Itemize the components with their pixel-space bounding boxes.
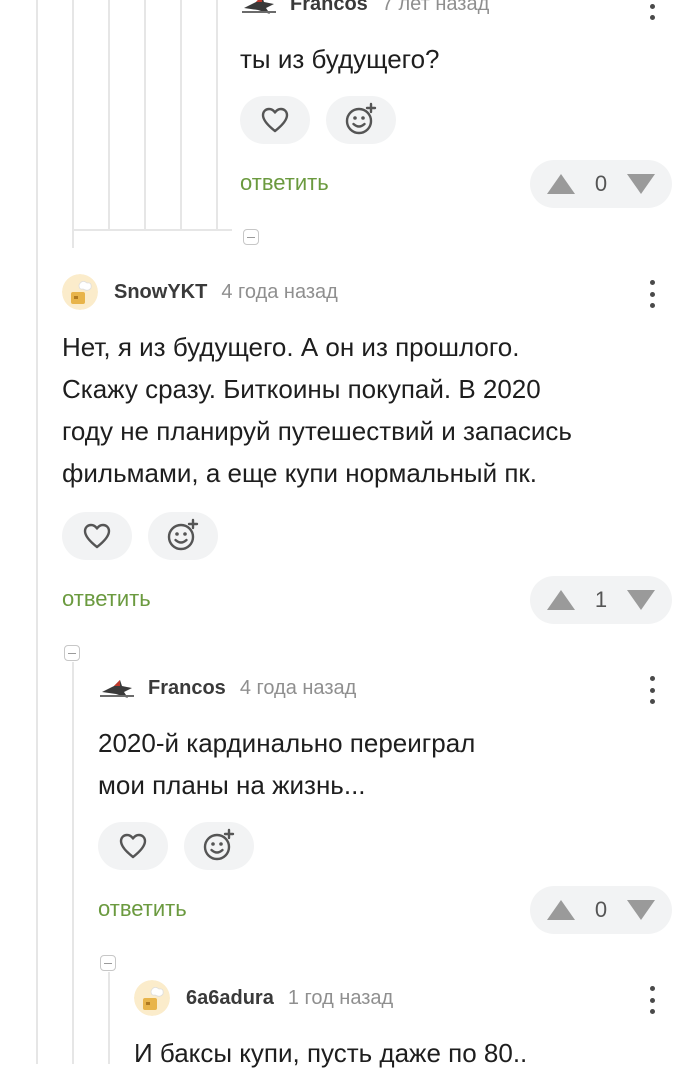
thread-line — [180, 0, 182, 230]
thread-line — [72, 0, 74, 248]
downvote-icon[interactable] — [626, 173, 656, 195]
reply-button[interactable]: ответить — [98, 896, 187, 922]
thread-line — [36, 0, 38, 1064]
reply-button[interactable]: ответить — [240, 170, 329, 196]
comment-author[interactable]: Francos — [148, 677, 226, 700]
comment-text-line: 2020-й кардинально переиграл — [98, 728, 476, 758]
comment-text-line: году не планируй путешествий и запасись — [62, 416, 572, 446]
bird-logo-icon — [242, 0, 276, 14]
comment-text: Нет, я из будущего. А он из прошлого. Ск… — [62, 326, 572, 494]
collapse-button[interactable] — [243, 229, 259, 245]
comment-author[interactable]: SnowYKT — [114, 281, 207, 304]
add-reaction-button[interactable] — [184, 822, 254, 870]
comment-author[interactable]: 6a6adura — [186, 987, 274, 1010]
comment-header: Francos 7 лет назад — [240, 0, 489, 24]
comment-text-line: Скажу сразу. Биткоины покупай. В 2020 — [62, 374, 541, 404]
dot-icon — [649, 687, 655, 693]
bird-logo-icon — [100, 680, 134, 698]
comment-text-line: фильмами, а еще купи нормальный пк. — [62, 458, 538, 488]
rating-count: 0 — [594, 171, 608, 196]
heart-icon — [119, 833, 147, 859]
more-options-button[interactable] — [640, 672, 664, 708]
dot-icon — [649, 3, 655, 9]
upvote-icon[interactable] — [546, 899, 576, 921]
comment-text-line: Нет, я из будущего. А он из прошлого. — [62, 332, 520, 362]
comment-text-line: мои планы на жизнь... — [98, 770, 366, 800]
thread-line — [108, 0, 110, 230]
like-button[interactable] — [98, 822, 168, 870]
default-avatar-icon — [134, 980, 170, 1016]
rating-count: 1 — [594, 587, 608, 612]
add-emoji-icon — [203, 828, 235, 861]
comment-header: 6a6adura 1 год назад — [134, 978, 393, 1018]
thread-line-horizontal — [72, 229, 232, 231]
dot-icon — [649, 1009, 655, 1014]
more-options-button[interactable] — [640, 0, 664, 24]
heart-icon — [83, 523, 111, 549]
dot-icon — [649, 303, 655, 308]
like-button[interactable] — [62, 512, 132, 560]
downvote-icon[interactable] — [626, 589, 656, 611]
comment-header: SnowYKT 4 года назад — [62, 272, 338, 312]
dot-icon — [649, 699, 655, 704]
add-reaction-button[interactable] — [148, 512, 218, 560]
dot-icon — [649, 997, 655, 1003]
more-options-button[interactable] — [640, 982, 664, 1018]
thread-line — [216, 0, 218, 230]
collapse-button[interactable] — [100, 955, 116, 971]
reply-button[interactable]: ответить — [62, 586, 151, 612]
comment-text: ты из будущего? — [240, 44, 440, 74]
comment-author[interactable]: Francos — [290, 0, 368, 16]
upvote-icon[interactable] — [546, 589, 576, 611]
comment-header: Francos 4 года назад — [98, 668, 356, 708]
collapse-button[interactable] — [64, 645, 80, 661]
dot-icon — [649, 15, 655, 20]
default-avatar-icon — [62, 274, 98, 310]
thread-line — [72, 662, 74, 1064]
vote-widget: 0 — [530, 886, 672, 934]
rating-count: 0 — [594, 897, 608, 922]
downvote-icon[interactable] — [626, 899, 656, 921]
like-button[interactable] — [240, 96, 310, 144]
more-options-button[interactable] — [640, 276, 664, 312]
comment-time: 1 год назад — [287, 986, 394, 1009]
heart-icon — [261, 107, 289, 133]
comment-time: 4 года назад — [221, 280, 338, 303]
vote-widget: 0 — [530, 160, 672, 208]
comment-text: И баксы купи, пусть даже по 80.. — [134, 1038, 528, 1068]
thread-line — [144, 0, 146, 230]
comment-time: 7 лет назад — [381, 0, 490, 15]
vote-widget: 1 — [530, 576, 672, 624]
add-emoji-icon — [345, 102, 377, 135]
dot-icon — [649, 280, 655, 285]
dot-icon — [649, 986, 655, 991]
dot-icon — [649, 676, 655, 681]
add-reaction-button[interactable] — [326, 96, 396, 144]
comment-time: 4 года назад — [239, 676, 357, 699]
comment-text: 2020-й кардинально переиграл мои планы н… — [98, 722, 475, 806]
dot-icon — [649, 291, 655, 297]
thread-line — [108, 972, 110, 1064]
add-emoji-icon — [167, 518, 199, 551]
upvote-icon[interactable] — [546, 173, 576, 195]
